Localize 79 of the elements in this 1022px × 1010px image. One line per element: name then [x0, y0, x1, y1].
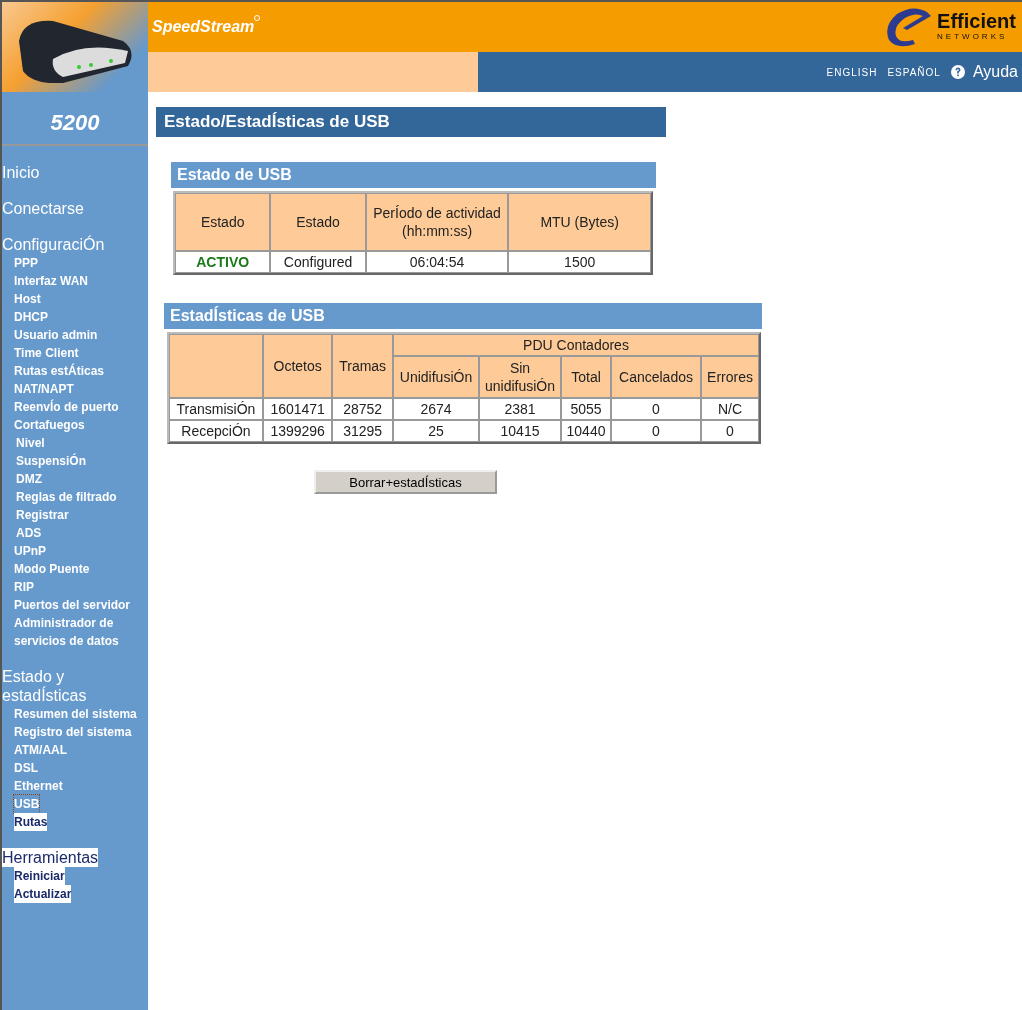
- menu-item[interactable]: PPP: [14, 254, 38, 272]
- column-header: Sin unidifusiÓn: [479, 355, 561, 398]
- menu-item[interactable]: UPnP: [14, 542, 46, 560]
- column-header: Estado: [175, 192, 271, 251]
- menu-item[interactable]: Administrador de servicios de datos: [14, 614, 148, 650]
- language-link[interactable]: ENGLISH: [826, 64, 878, 80]
- menu-item[interactable]: DSL: [14, 759, 38, 777]
- menu-item[interactable]: Host: [14, 290, 41, 308]
- logo-name: Efficient: [937, 11, 1016, 31]
- menu-item[interactable]: Usuario admin: [14, 326, 98, 344]
- language-link[interactable]: ESPAÑOL: [887, 64, 941, 80]
- table-cell: 10440: [561, 419, 611, 442]
- menu-heading[interactable]: ConfiguraciÓn: [2, 235, 105, 254]
- menu-item[interactable]: Modo Puente: [14, 560, 90, 578]
- menu-heading[interactable]: Estado y estadÍsticas: [2, 667, 148, 705]
- menu-item[interactable]: ADS: [16, 524, 42, 542]
- menu-item[interactable]: Rutas estÁticas: [14, 362, 105, 380]
- column-header: Estado: [270, 192, 366, 251]
- table-cell: Configured: [270, 250, 366, 273]
- table-cell: 10415: [479, 419, 561, 442]
- status-value: ACTIVO: [175, 250, 271, 273]
- menu-item[interactable]: Ethernet: [14, 777, 63, 795]
- help-icon[interactable]: [950, 65, 965, 79]
- menu-heading[interactable]: Inicio: [2, 163, 40, 182]
- table-cell: 1399296: [263, 419, 333, 442]
- menu-item[interactable]: Interfaz WAN: [14, 272, 88, 290]
- table-cell: 31295: [332, 419, 393, 442]
- menu-item[interactable]: Cortafuegos: [14, 416, 85, 434]
- row-header: RecepciÓn: [169, 419, 263, 442]
- help-link[interactable]: Ayuda: [972, 60, 1018, 84]
- column-header: Cancelados: [611, 355, 701, 398]
- menu-item[interactable]: ReenvÍo de puerto: [14, 398, 119, 416]
- table-cell: 06:04:54: [365, 250, 509, 273]
- table-cell: 1500: [508, 250, 651, 273]
- menu-item[interactable]: Puertos del servidor: [14, 596, 131, 614]
- table-cell: 0: [611, 419, 701, 442]
- column-header: MTU (Bytes): [508, 192, 651, 251]
- menu-item[interactable]: DMZ: [16, 470, 42, 488]
- menu-item[interactable]: Rutas: [14, 813, 48, 831]
- menu-item[interactable]: Registro del sistema: [14, 723, 132, 741]
- table-cell: 5055: [561, 397, 611, 420]
- table-cell: 0: [701, 419, 759, 442]
- menu-item[interactable]: RIP: [14, 578, 34, 596]
- table-cell: N/C: [701, 397, 759, 420]
- column-header: Tramas: [332, 333, 393, 398]
- menu-item[interactable]: Nivel: [16, 434, 45, 452]
- table-cell: 25: [393, 419, 479, 442]
- menu-heading[interactable]: Herramientas: [2, 848, 99, 867]
- column-group-header: PDU Contadores: [393, 333, 759, 356]
- row-header: TransmisiÓn: [169, 397, 263, 420]
- column-header: PerÍodo de actividad (hh:mm:ss): [365, 192, 509, 251]
- menu-item[interactable]: Reglas de filtrado: [16, 488, 117, 506]
- table-cell: 0: [611, 397, 701, 420]
- table-cell: 1601471: [263, 397, 333, 420]
- table-cell: 2674: [393, 397, 479, 420]
- menu-item[interactable]: Registrar: [16, 506, 69, 524]
- menu-item[interactable]: Time Client: [14, 344, 79, 362]
- menu-item[interactable]: USB: [14, 795, 40, 813]
- section-title: Estado de USB: [171, 161, 656, 188]
- page-title: Estado/EstadÍsticas de USB: [156, 107, 666, 137]
- clear-statistics-button[interactable]: Borrar+estadÍsticas: [314, 470, 497, 495]
- menu-item[interactable]: DHCP: [14, 308, 48, 326]
- menu-item[interactable]: Resumen del sistema: [14, 705, 137, 723]
- column-header: Total: [561, 355, 611, 398]
- menu-item[interactable]: NAT/NAPT: [14, 380, 74, 398]
- model-number: 5200: [2, 92, 148, 146]
- trademark-icon: [254, 15, 261, 21]
- brand-name: SpeedStream: [152, 17, 255, 37]
- section-title: EstadÍsticas de USB: [164, 302, 762, 329]
- column-header: Octetos: [263, 333, 333, 398]
- menu-heading[interactable]: Conectarse: [2, 199, 84, 218]
- logo-tagline: NETWORKS: [937, 31, 1009, 43]
- menu-item[interactable]: SuspensiÓn: [16, 452, 86, 470]
- column-header: UnidifusiÓn: [393, 355, 479, 398]
- column-header: Errores: [701, 355, 759, 398]
- menu-item[interactable]: Reiniciar: [14, 867, 65, 885]
- menu-item[interactable]: ATM/AAL: [14, 741, 68, 759]
- table-cell: 2381: [479, 397, 561, 420]
- table-cell: 28752: [332, 397, 393, 420]
